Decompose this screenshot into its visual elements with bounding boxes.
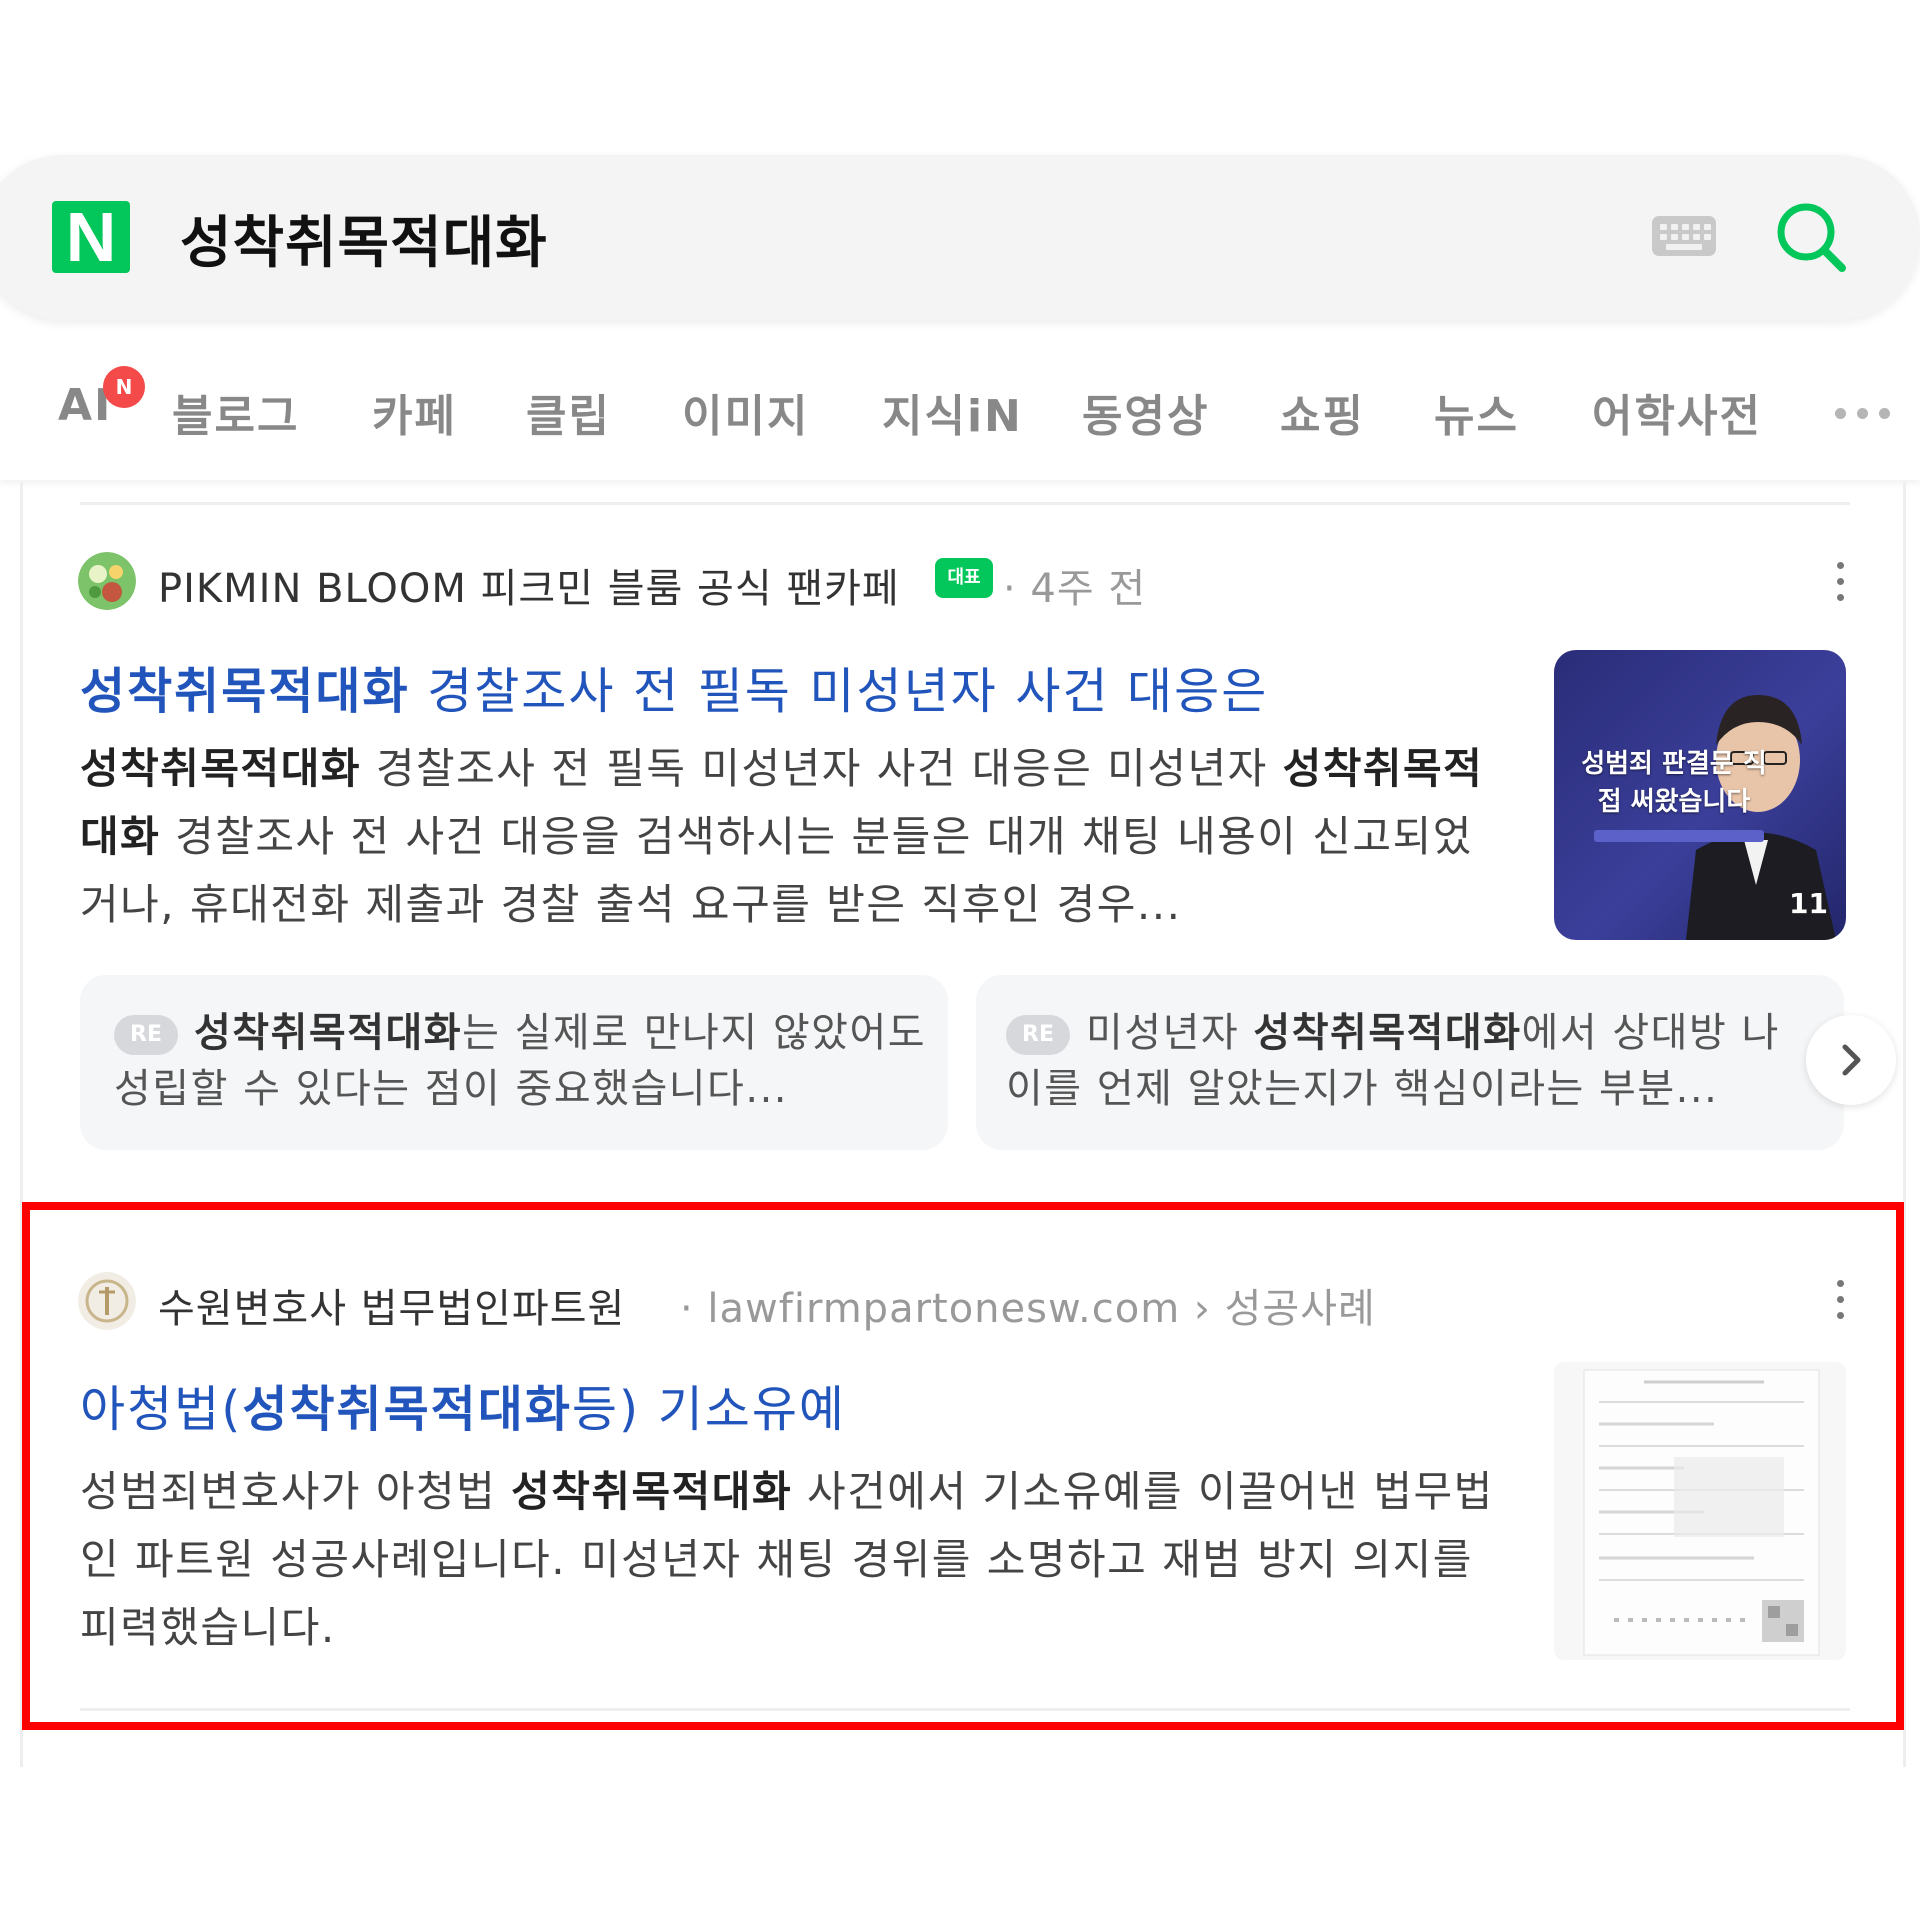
naver-logo[interactable]: N xyxy=(52,201,130,273)
result-title-link[interactable]: 성착취목적대화 경찰조사 전 필독 미성년자 사건 대응은 xyxy=(80,652,1268,723)
image-count: 11 xyxy=(1789,887,1828,920)
tab-dictionary[interactable]: 어학사전 xyxy=(1592,380,1762,444)
result-thumbnail[interactable]: 성범죄 판결문 직접 써왔습니다 11 xyxy=(1554,650,1846,940)
reply-text: 성착취목적대화는 실제로 만나지 않았어도 성립할 수 있다는 점이 중요했습니… xyxy=(114,1005,934,1117)
search-icon[interactable] xyxy=(1772,198,1850,276)
text-segment: 미성년자 xyxy=(1086,1010,1254,1056)
tab-news[interactable]: 뉴스 xyxy=(1434,380,1519,444)
tab-video[interactable]: 동영상 xyxy=(1082,380,1209,444)
cafe-avatar-icon[interactable] xyxy=(78,552,136,610)
tab-shopping[interactable]: 쇼핑 xyxy=(1280,380,1365,444)
result-source-name[interactable]: PIKMIN BLOOM 피크민 블룸 공식 팬카페 xyxy=(158,556,900,614)
chevron-right-icon[interactable] xyxy=(1806,1015,1896,1105)
divider xyxy=(80,502,1850,505)
reply-text: 미성년자 성착취목적대화에서 상대방 나이를 언제 알았는지가 핵심이라는 부분… xyxy=(1006,1005,1816,1117)
keyboard-icon[interactable] xyxy=(1652,216,1716,256)
search-query-input[interactable]: 성착취목적대화 xyxy=(180,198,548,279)
reply-card[interactable]: RE 미성년자 성착취목적대화에서 상대방 나이를 언제 알았는지가 핵심이라는… xyxy=(976,975,1844,1150)
highlight-box xyxy=(22,1202,1904,1730)
title-text: 경찰조사 전 필독 미성년자 사건 대응은 xyxy=(409,663,1269,720)
text-segment: 경찰조사 전 필독 미성년자 사건 대응은 미성년자 xyxy=(360,744,1283,793)
tab-kin[interactable]: 지식iN xyxy=(882,380,1023,444)
tab-blog[interactable]: 블로그 xyxy=(172,380,299,444)
tab-image[interactable]: 이미지 xyxy=(682,380,809,444)
more-vertical-icon[interactable] xyxy=(1835,562,1847,606)
keyword-highlight: 성착취목적대화 xyxy=(80,744,361,793)
result-time: · 4주 전 xyxy=(1003,566,1147,612)
thumbnail-caption: 성범죄 판결문 직접 써왔습니다 xyxy=(1581,749,1767,817)
cafe-badge: 대표 xyxy=(935,558,993,598)
keyword-highlight: 성착취목적대화 xyxy=(1253,1010,1522,1056)
thumbnail-caption-bar xyxy=(1594,830,1764,842)
tab-clip[interactable]: 클립 xyxy=(526,380,611,444)
tab-cafe[interactable]: 카페 xyxy=(372,380,457,444)
title-keyword: 성착취목적대화 xyxy=(80,663,410,720)
more-horizontal-icon[interactable] xyxy=(1835,408,1890,420)
reply-card[interactable]: RE 성착취목적대화는 실제로 만나지 않았어도 성립할 수 있다는 점이 중요… xyxy=(80,975,948,1150)
new-badge: N xyxy=(103,366,145,408)
text-segment: 경찰조사 전 사건 대응을 검색하시는 분들은 대개 채팅 내용이 신고되었거나… xyxy=(80,812,1473,929)
keyword-highlight: 성착취목적대화 xyxy=(194,1010,463,1056)
result-description: 성착취목적대화 경찰조사 전 필독 미성년자 사건 대응은 미성년자 성착취목적… xyxy=(80,735,1500,939)
